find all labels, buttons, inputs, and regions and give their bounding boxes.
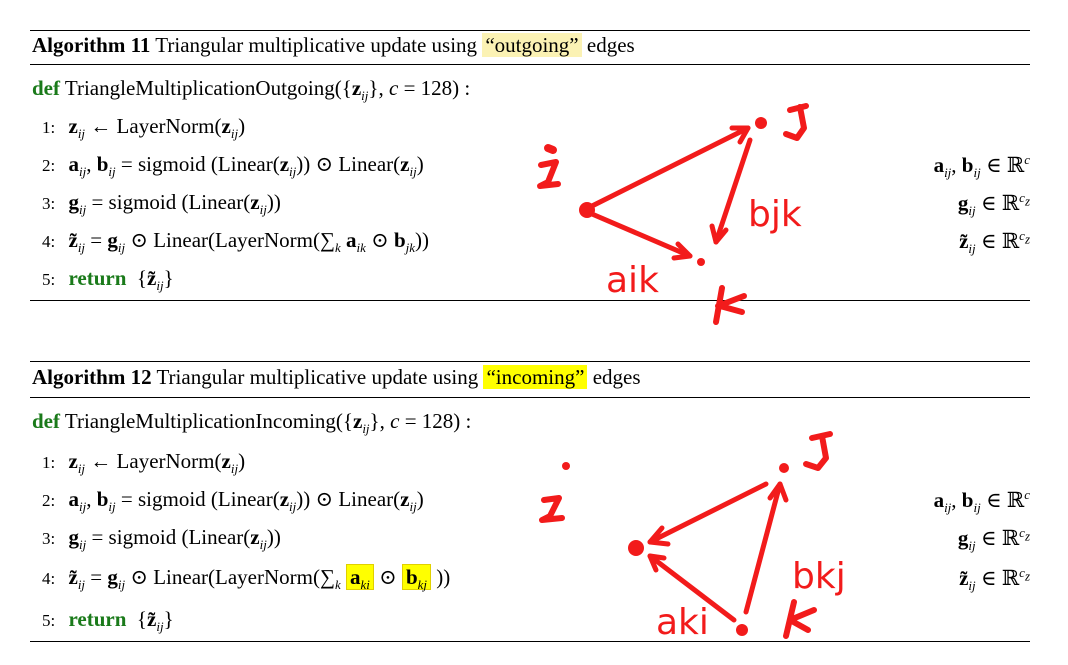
line-content: z̃ij = gij ⊙ Linear(LayerNorm(∑k aik ⊙ b… (68, 228, 430, 256)
edge-label-bjk: bjk (748, 194, 802, 235)
edge-label-aki: aki (656, 602, 709, 643)
top-rule (30, 30, 1030, 31)
i-dot-icon (562, 462, 570, 470)
def-line: def TriangleMultiplicationOutgoing({zij}… (32, 76, 470, 104)
caption-text-end: edges (592, 365, 641, 389)
arrow-i-to-j (589, 125, 751, 209)
arrow-i-to-k (589, 211, 693, 259)
j-letter-icon (783, 103, 809, 141)
edge-label-bkj: bkj (792, 556, 846, 597)
caption-rule (30, 397, 1030, 398)
algorithm-line-4: 4: z̃ij = gij ⊙ Linear(LayerNorm(∑k aki … (42, 564, 451, 593)
i-letter-icon (537, 159, 561, 189)
line-content: zij ← LayerNorm(zij) (68, 114, 246, 142)
node-j-dot (755, 117, 767, 129)
caption-text: Triangular multiplicative update using (155, 33, 478, 57)
line-number: 2: (42, 491, 56, 510)
caption-rule (30, 64, 1030, 65)
line-number: 1: (42, 118, 56, 137)
arrow-j-to-i (647, 481, 769, 545)
algorithm-line-1: 1: zij ← LayerNorm(zij) (42, 449, 245, 477)
caption-highlight: “incoming” (483, 365, 588, 389)
line-content: aij, bij = sigmoid (Linear(zij)) ⊙ Linea… (68, 487, 424, 515)
line-content: aij, bij = sigmoid (Linear(zij)) ⊙ Linea… (68, 152, 424, 180)
line-number: 2: (42, 156, 56, 175)
algorithm-caption: Algorithm 12 Triangular multiplicative u… (32, 365, 641, 390)
line-content: gij = sigmoid (Linear(zij)) (68, 190, 281, 218)
algorithm-line-5: 5: return {z̃ij} (42, 266, 174, 294)
algorithm-label: Algorithm 11 (32, 33, 151, 57)
node-j-dot (779, 463, 789, 473)
aki-highlight: aki (345, 564, 374, 592)
algorithm-line-2: 2: aij, bij = sigmoid (Linear(zij)) ⊙ Li… (42, 487, 424, 515)
arrow-k-to-i (647, 553, 737, 623)
line-number: 5: (42, 270, 56, 289)
line-content: zij ← LayerNorm(zij) (68, 449, 246, 477)
function-signature: TriangleMultiplicationIncoming({zij}, c … (64, 409, 472, 437)
arrow-k-to-j (743, 481, 783, 615)
return-keyword: return (68, 266, 127, 290)
bkj-highlight: bkj (401, 564, 432, 592)
node-k-dot (736, 624, 748, 636)
def-line: def TriangleMultiplicationIncoming({zij}… (32, 409, 471, 437)
line-3-type: gij ∈ ℝcz (957, 190, 1030, 219)
line-2-type: aij, bij ∈ ℝc (933, 487, 1030, 516)
line-4-type: z̃ij ∈ ℝcz (959, 228, 1030, 257)
algorithm-line-5: 5: return {z̃ij} (42, 607, 174, 635)
arrow-j-to-k (713, 137, 753, 245)
k-letter-icon (713, 285, 747, 325)
line-number: 4: (42, 569, 56, 588)
line-content: gij = sigmoid (Linear(zij)) (68, 525, 281, 553)
k-letter-icon (783, 599, 817, 639)
i-dot-icon (544, 144, 557, 154)
i-letter-icon (539, 495, 565, 523)
node-i-dot (628, 540, 644, 556)
top-rule (30, 361, 1030, 362)
def-keyword: def (32, 76, 60, 100)
line-number: 3: (42, 529, 56, 548)
algorithm-caption: Algorithm 11 Triangular multiplicative u… (32, 33, 635, 58)
line-content: {z̃ij} (136, 607, 174, 635)
line-number: 4: (42, 232, 56, 251)
line-number: 5: (42, 611, 56, 630)
algorithm-line-3: 3: gij = sigmoid (Linear(zij)) (42, 525, 281, 553)
algorithm-line-2: 2: aij, bij = sigmoid (Linear(zij)) ⊙ Li… (42, 152, 424, 180)
return-keyword: return (68, 607, 127, 631)
def-keyword: def (32, 409, 60, 433)
line-content: z̃ij = gij ⊙ Linear(LayerNorm(∑k aki ⊙ b… (68, 564, 451, 593)
algorithm-label: Algorithm 12 (32, 365, 152, 389)
j-letter-icon (803, 431, 833, 471)
line-number: 3: (42, 194, 56, 213)
line-4-type: z̃ij ∈ ℝcz (959, 565, 1030, 594)
line-number: 1: (42, 453, 56, 472)
algorithm-line-4: 4: z̃ij = gij ⊙ Linear(LayerNorm(∑k aik … (42, 228, 429, 256)
edge-label-aik: aik (606, 260, 659, 301)
line-2-type: aij, bij ∈ ℝc (933, 152, 1030, 181)
function-signature: TriangleMultiplicationOutgoing({zij}, c … (64, 76, 471, 104)
line-content: {z̃ij} (136, 266, 174, 294)
bottom-rule (30, 641, 1030, 642)
caption-text: Triangular multiplicative update using (156, 365, 479, 389)
caption-text-end: edges (586, 33, 635, 57)
algorithm-line-3: 3: gij = sigmoid (Linear(zij)) (42, 190, 281, 218)
line-3-type: gij ∈ ℝcz (957, 525, 1030, 554)
node-k-dot (697, 258, 705, 266)
caption-highlight: “outgoing” (482, 33, 582, 57)
algorithm-line-1: 1: zij ← LayerNorm(zij) (42, 114, 245, 142)
node-i-dot (579, 202, 595, 218)
bottom-rule (30, 300, 1030, 301)
